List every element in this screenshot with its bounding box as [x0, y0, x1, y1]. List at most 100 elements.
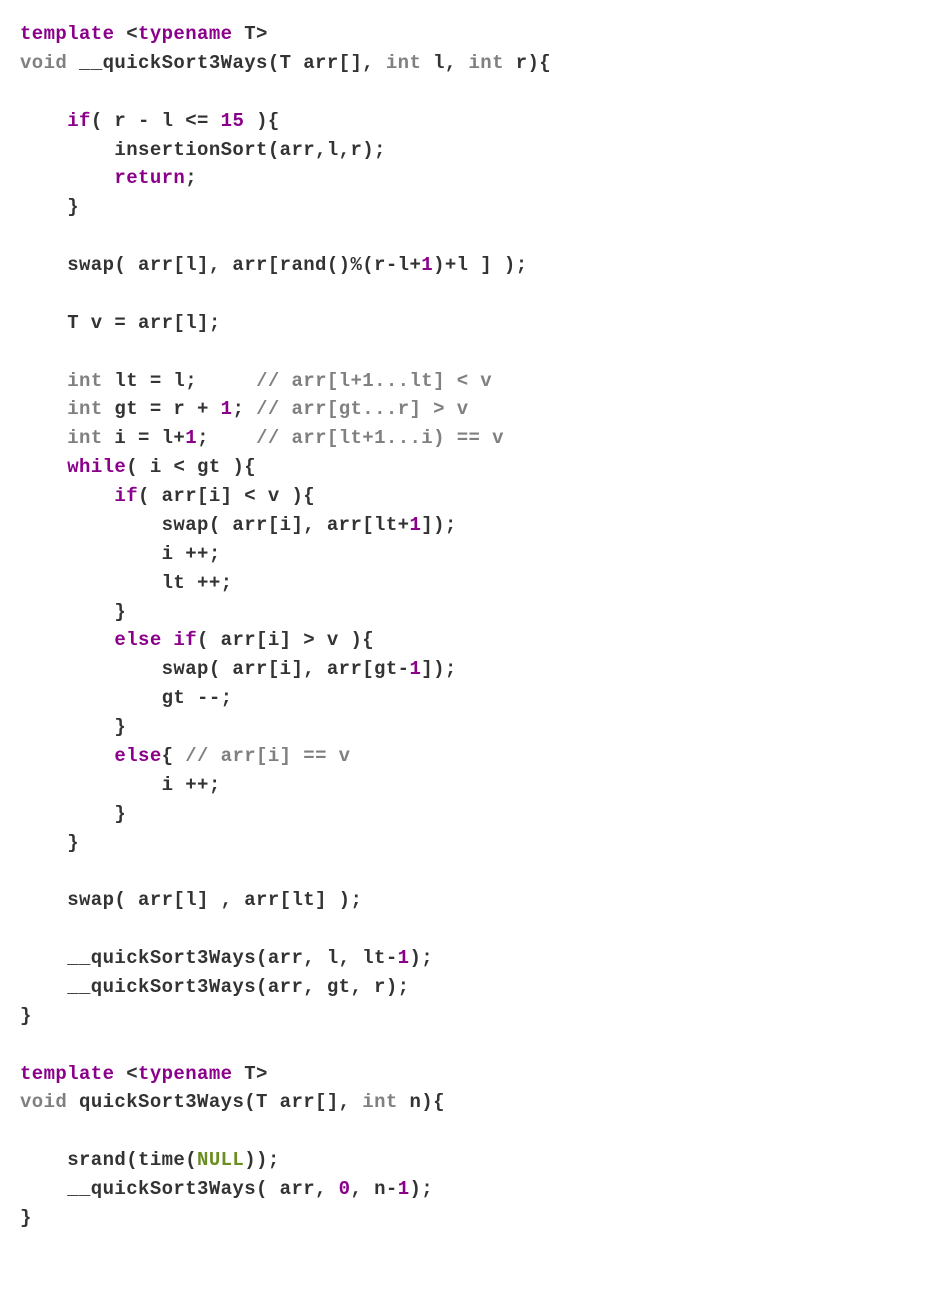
code-token: swap( arr[l] , arr[lt] );: [20, 889, 362, 911]
code-line: i ++;: [20, 774, 221, 796]
code-token: template: [20, 23, 114, 45]
code-token: 1: [409, 514, 421, 536]
code-token: typename: [138, 23, 232, 45]
code-token: // arr[lt+1...i) == v: [256, 427, 504, 449]
code-token: i = l+: [103, 427, 186, 449]
code-token: quickSort3Ways(T arr[],: [67, 1091, 362, 1113]
code-token: // arr[gt...r] > v: [256, 398, 468, 420]
code-line: lt ++;: [20, 572, 232, 594]
code-token: T v = arr[l];: [20, 312, 221, 334]
code-token: i ++;: [20, 543, 221, 565]
code-line: }: [20, 803, 126, 825]
code-token: if: [67, 110, 91, 132]
code-line: swap( arr[i], arr[lt+1]);: [20, 514, 457, 536]
code-block: template <typename T> void __quickSort3W…: [20, 20, 918, 1233]
code-token: , n-: [350, 1178, 397, 1200]
code-line: __quickSort3Ways(arr, l, lt-1);: [20, 947, 433, 969]
code-line: swap( arr[l], arr[rand()%(r-l+1)+l ] );: [20, 254, 528, 276]
code-token: gt --;: [20, 687, 232, 709]
code-token: void: [20, 1091, 67, 1113]
code-line: __quickSort3Ways( arr, 0, n-1);: [20, 1178, 433, 1200]
code-token: }: [20, 1005, 32, 1027]
code-token: ( arr[i] < v ){: [138, 485, 315, 507]
code-token: srand(time(: [20, 1149, 197, 1171]
code-token: [20, 398, 67, 420]
code-token: l,: [421, 52, 468, 74]
code-token: __quickSort3Ways( arr,: [20, 1178, 339, 1200]
code-token: ]);: [421, 658, 456, 680]
code-token: [20, 456, 67, 478]
code-token: while: [67, 456, 126, 478]
code-line: }: [20, 832, 79, 854]
code-line: else if( arr[i] > v ){: [20, 629, 374, 651]
code-line: }: [20, 716, 126, 738]
code-token: [20, 110, 67, 132]
code-token: int: [386, 52, 421, 74]
code-token: __quickSort3Ways(arr, l, lt-: [20, 947, 398, 969]
code-token: int: [362, 1091, 397, 1113]
code-token: );: [409, 947, 433, 969]
code-token: ;: [197, 427, 256, 449]
code-token: ( i < gt ){: [126, 456, 256, 478]
code-token: __quickSort3Ways(T arr[],: [67, 52, 386, 74]
code-token: {: [162, 745, 186, 767]
code-line: srand(time(NULL));: [20, 1149, 280, 1171]
code-token: ){: [244, 110, 279, 132]
code-token: 1: [221, 398, 233, 420]
code-token: }: [20, 716, 126, 738]
code-token: <: [114, 23, 138, 45]
code-token: ( r - l <=: [91, 110, 221, 132]
code-token: lt = l;: [103, 370, 256, 392]
code-line: void quickSort3Ways(T arr[], int n){: [20, 1091, 445, 1113]
code-token: NULL: [197, 1149, 244, 1171]
code-token: 0: [339, 1178, 351, 1200]
code-line: return;: [20, 167, 197, 189]
code-token: 15: [221, 110, 245, 132]
code-token: int: [67, 427, 102, 449]
code-line: if( arr[i] < v ){: [20, 485, 315, 507]
code-line: }: [20, 196, 79, 218]
code-token: T>: [232, 1063, 267, 1085]
code-token: 1: [421, 254, 433, 276]
code-token: [20, 745, 114, 767]
code-line: int i = l+1; // arr[lt+1...i) == v: [20, 427, 504, 449]
code-line: template <typename T>: [20, 23, 268, 45]
code-token: return: [114, 167, 185, 189]
code-token: int: [67, 398, 102, 420]
code-token: ));: [244, 1149, 279, 1171]
code-token: 1: [398, 947, 410, 969]
code-token: 1: [398, 1178, 410, 1200]
code-token: if: [114, 485, 138, 507]
code-token: ;: [185, 167, 197, 189]
code-line: T v = arr[l];: [20, 312, 221, 334]
code-line: if( r - l <= 15 ){: [20, 110, 280, 132]
code-line: template <typename T>: [20, 1063, 268, 1085]
code-line: i ++;: [20, 543, 221, 565]
code-line: int gt = r + 1; // arr[gt...r] > v: [20, 398, 469, 420]
code-token: }: [20, 832, 79, 854]
code-token: i ++;: [20, 774, 221, 796]
code-token: );: [410, 1178, 434, 1200]
code-token: }: [20, 803, 126, 825]
code-token: }: [20, 1207, 32, 1229]
code-token: T>: [232, 23, 267, 45]
code-line: }: [20, 1207, 32, 1229]
code-token: int: [469, 52, 504, 74]
code-token: else if: [114, 629, 197, 651]
code-token: )+l ] );: [433, 254, 527, 276]
code-token: swap( arr[i], arr[gt-: [20, 658, 409, 680]
code-line: insertionSort(arr,l,r);: [20, 139, 386, 161]
code-token: }: [20, 196, 79, 218]
code-token: // arr[l+1...lt] < v: [256, 370, 492, 392]
code-token: swap( arr[l], arr[rand()%(r-l+: [20, 254, 421, 276]
code-token: ( arr[i] > v ){: [197, 629, 374, 651]
code-line: __quickSort3Ways(arr, gt, r);: [20, 976, 409, 998]
code-line: }: [20, 1005, 32, 1027]
code-line: }: [20, 601, 126, 623]
code-token: 1: [185, 427, 197, 449]
code-token: lt ++;: [20, 572, 232, 594]
code-line: swap( arr[i], arr[gt-1]);: [20, 658, 457, 680]
code-token: n){: [398, 1091, 445, 1113]
code-line: while( i < gt ){: [20, 456, 256, 478]
code-token: __quickSort3Ways(arr, gt, r);: [20, 976, 409, 998]
